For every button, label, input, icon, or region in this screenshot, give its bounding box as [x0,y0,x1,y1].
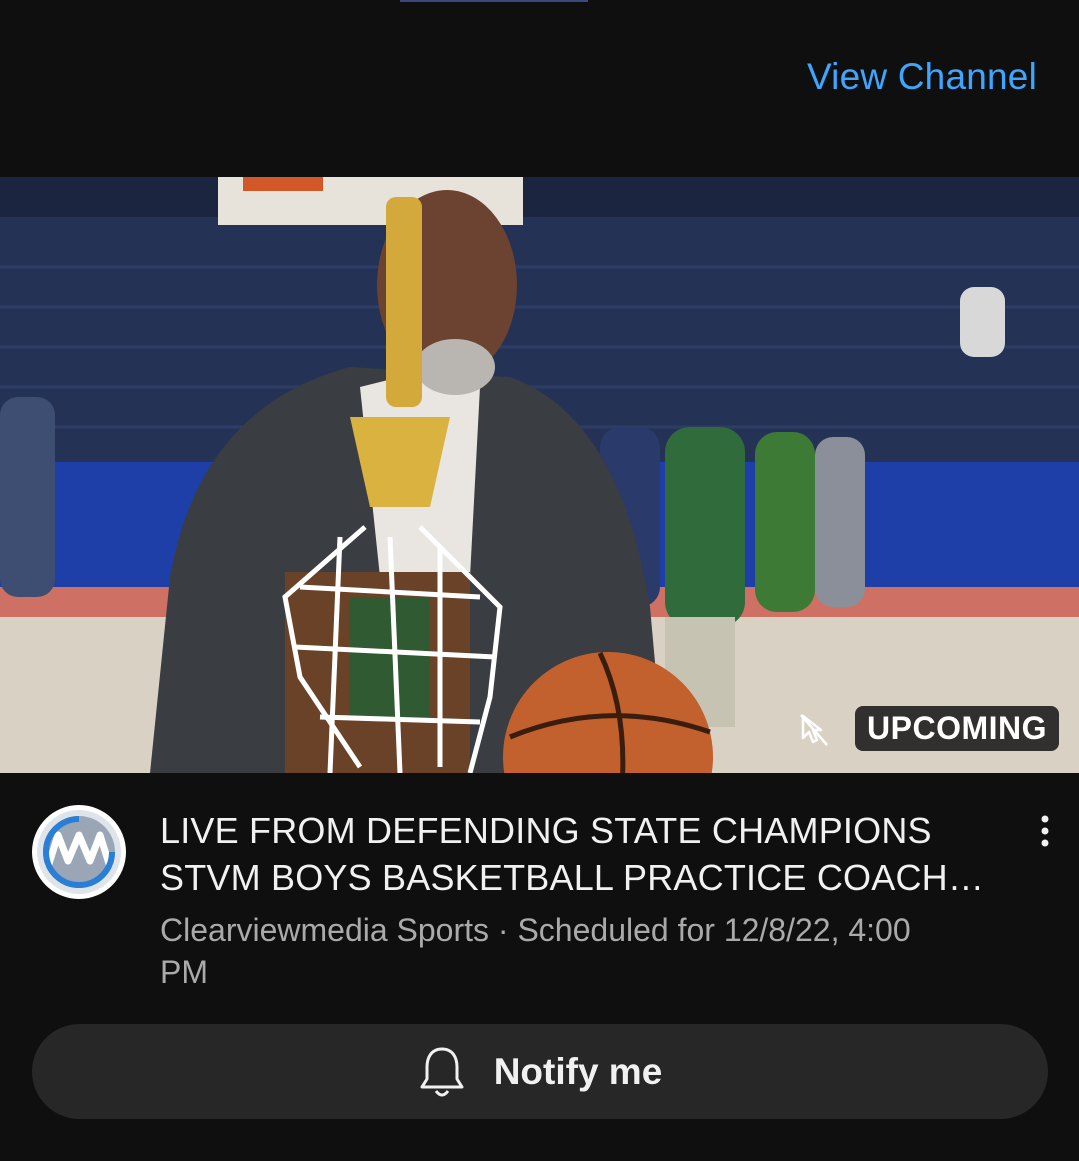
meta-separator: · [489,912,518,948]
notify-me-label: Notify me [493,1050,663,1092]
top-indicator [400,0,588,2]
video-title[interactable]: LIVE FROM DEFENDING STATE CHAMPIONS STVM… [160,807,990,901]
view-channel-link[interactable]: View Channel [807,56,1037,98]
video-meta: Clearviewmedia Sports · Scheduled for 12… [160,909,960,993]
channel-name[interactable]: Clearviewmedia Sports [160,912,489,948]
channel-avatar[interactable] [32,805,126,899]
channel-logo-icon [37,810,121,894]
bell-icon [420,1047,464,1096]
cursor-off-icon [800,714,828,746]
upcoming-badge: UPCOMING [855,706,1059,751]
thumbnail-image [0,177,1079,773]
notify-me-button[interactable]: Notify me [32,1024,1048,1119]
video-info: LIVE FROM DEFENDING STATE CHAMPIONS STVM… [0,773,1079,1023]
more-options-button[interactable] [1033,813,1057,849]
more-vert-icon [1041,815,1049,847]
video-thumbnail[interactable]: UPCOMING [0,177,1079,773]
